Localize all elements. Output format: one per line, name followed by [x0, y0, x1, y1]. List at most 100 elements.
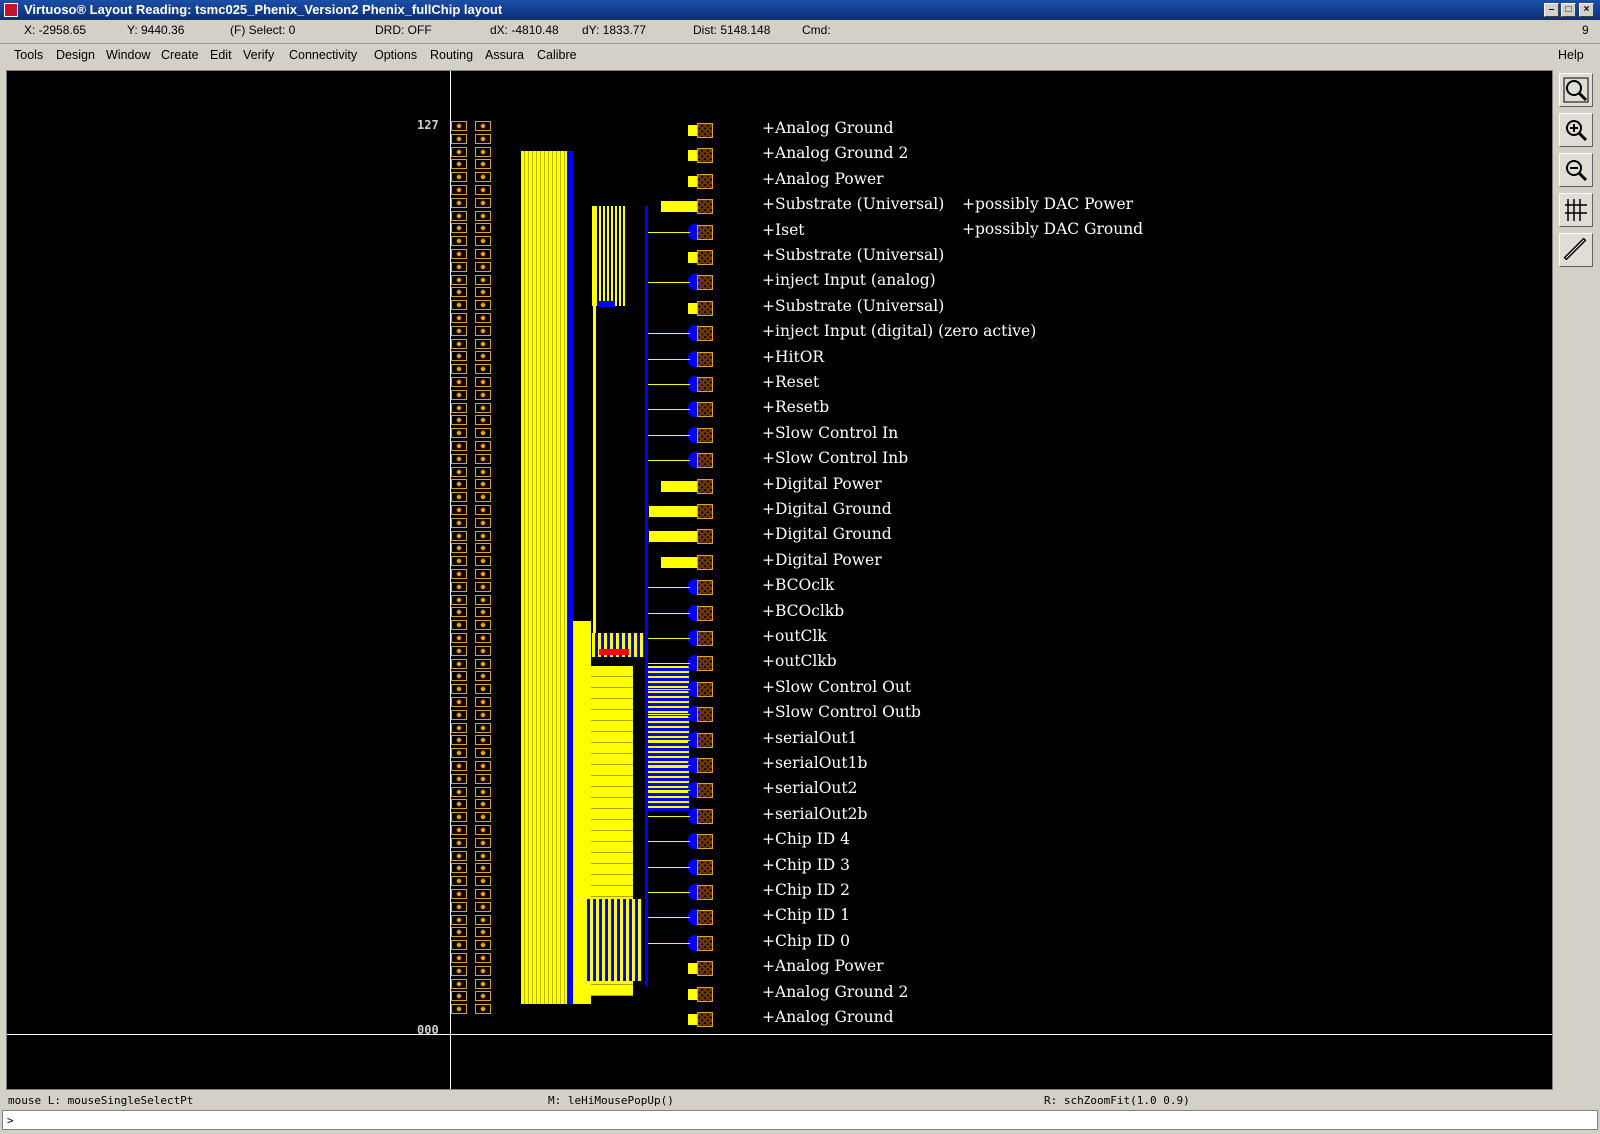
zoom-in-button[interactable]: [1559, 113, 1593, 147]
pin-label[interactable]: +Iset: [762, 221, 804, 239]
close-button[interactable]: ×: [1579, 3, 1594, 17]
command-input[interactable]: >: [2, 1110, 1598, 1130]
pin-label[interactable]: +Analog Ground: [762, 119, 894, 137]
pin-pad: [697, 580, 713, 596]
io-pad-cell: [451, 325, 467, 336]
menu-help[interactable]: Help: [1558, 48, 1584, 62]
pin-label[interactable]: +serialOut2: [762, 779, 857, 797]
pin-label-dac-ground[interactable]: +possibly DAC Ground: [962, 220, 1143, 238]
pin-label[interactable]: +Chip ID 4: [762, 830, 850, 848]
pin-label[interactable]: +Analog Power: [762, 957, 884, 975]
io-pad-cell: [451, 594, 467, 605]
pin-label-text: Iset: [775, 220, 805, 239]
io-pad-cell: [475, 389, 491, 400]
io-pad-cell: [451, 914, 467, 925]
menu-edit[interactable]: Edit: [210, 48, 232, 62]
menu-routing[interactable]: Routing: [430, 48, 473, 62]
pin-label-dac-power[interactable]: +possibly DAC Power: [962, 195, 1133, 213]
pin-pad: [697, 808, 713, 824]
pin-pad: [697, 910, 713, 926]
menu-window[interactable]: Window: [106, 48, 150, 62]
zoom-out-button[interactable]: [1559, 153, 1593, 187]
pin-label[interactable]: +Digital Power: [762, 551, 882, 569]
layout-canvas[interactable]: 127 000 +Analog Ground +Analog Ground 2 +A…: [6, 70, 1553, 1090]
pin-route-line: [648, 434, 690, 436]
pin-label[interactable]: +Substrate (Universal): [762, 297, 944, 315]
pin-label[interactable]: +serialOut1b: [762, 754, 867, 772]
menu-calibre[interactable]: Calibre: [537, 48, 577, 62]
pin-label[interactable]: +Chip ID 1: [762, 906, 850, 924]
pin-label[interactable]: +outClkb: [762, 652, 837, 670]
pin-cross-icon: +: [762, 474, 775, 493]
pin-label[interactable]: +Slow Control In: [762, 424, 898, 442]
io-pad-cell: [451, 812, 467, 823]
pin-label[interactable]: +outClk: [762, 627, 827, 645]
mouse-left-binding: mouse L: mouseSingleSelectPt: [8, 1094, 194, 1107]
pin-label[interactable]: +Analog Ground: [762, 1008, 894, 1026]
menu-options[interactable]: Options: [374, 48, 417, 62]
pin-label[interactable]: +Chip ID 3: [762, 856, 850, 874]
pin-label[interactable]: +inject Input (analog): [762, 271, 936, 289]
menu-assura[interactable]: Assura: [485, 48, 524, 62]
io-pad-cell: [475, 633, 491, 643]
menu-verify[interactable]: Verify: [243, 48, 274, 62]
pin-metal-bar: [688, 252, 697, 263]
pin-cross-icon: +: [762, 525, 775, 544]
io-pad-cell: [451, 940, 467, 951]
pin-label[interactable]: +Digital Ground: [762, 500, 892, 518]
io-pad-cell: [451, 953, 467, 963]
pin-label[interactable]: +Analog Ground 2: [762, 983, 908, 1001]
io-pad-cell: [451, 287, 467, 298]
pin-label-text: Digital Ground: [775, 525, 892, 544]
pin-label[interactable]: +Slow Control Outb: [762, 703, 921, 721]
pin-label-text: HitOR: [775, 347, 825, 366]
io-pad-cell: [451, 543, 467, 554]
maximize-button[interactable]: □: [1561, 3, 1576, 17]
pin-label-text: Chip ID 0: [775, 931, 850, 950]
pin-label[interactable]: +Substrate (Universal): [762, 246, 944, 264]
pin-label[interactable]: +Substrate (Universal): [762, 195, 944, 213]
io-pad-cell: [451, 709, 467, 720]
menu-connectivity[interactable]: Connectivity: [289, 48, 357, 62]
pin-label[interactable]: +BCOclk: [762, 576, 834, 594]
io-pad-cell: [475, 978, 491, 989]
menu-tools[interactable]: Tools: [14, 48, 43, 62]
pin-label[interactable]: +Analog Power: [762, 170, 884, 188]
pin-label[interactable]: +Reset: [762, 373, 819, 391]
pin-label[interactable]: +Chip ID 2: [762, 881, 850, 899]
ruler-stack-button[interactable]: [1559, 193, 1593, 227]
pin-metal-bar: [688, 175, 697, 187]
pin-label[interactable]: +Digital Power: [762, 475, 882, 493]
pin-label[interactable]: +BCOclkb: [762, 602, 844, 620]
pin-label[interactable]: +Slow Control Inb: [762, 449, 908, 467]
pin-label[interactable]: +Chip ID 0: [762, 932, 850, 950]
zoom-fit-button[interactable]: [1559, 73, 1593, 107]
minimize-button[interactable]: –: [1544, 3, 1559, 17]
io-pad-cell: [451, 633, 467, 643]
pin-label[interactable]: +serialOut1: [762, 729, 857, 747]
io-pad-cell: [475, 402, 491, 413]
menu-design[interactable]: Design: [56, 48, 95, 62]
ruler-button[interactable]: [1559, 233, 1593, 267]
pin-label-text: Digital Power: [775, 550, 882, 569]
io-pad-cell: [451, 121, 467, 131]
pin-label[interactable]: +Digital Ground: [762, 525, 892, 543]
pin-label-text: Resetb: [775, 398, 830, 417]
io-pad-cell: [475, 889, 491, 899]
pin-label[interactable]: +Slow Control Out: [762, 678, 911, 696]
pin-label[interactable]: +Resetb: [762, 398, 829, 416]
io-pad-cell: [475, 274, 491, 285]
io-pad-cell: [475, 953, 491, 963]
pin-label[interactable]: +serialOut2b: [762, 805, 867, 823]
menu-create[interactable]: Create: [161, 48, 199, 62]
pin-pad: [697, 935, 713, 951]
pin-label[interactable]: +Analog Ground 2: [762, 144, 908, 162]
mouse-right-binding: R: schZoomFit(1.0 0.9): [1044, 1094, 1190, 1107]
pin-label[interactable]: +HitOR: [762, 348, 824, 366]
pin-cross-icon: +: [762, 398, 775, 417]
io-pad-cell: [451, 876, 467, 887]
io-pad-cell: [475, 351, 491, 362]
app-icon[interactable]: [4, 3, 18, 17]
pin-pad: [697, 529, 713, 545]
pin-label[interactable]: +inject Input (digital) (zero active): [762, 322, 1036, 340]
